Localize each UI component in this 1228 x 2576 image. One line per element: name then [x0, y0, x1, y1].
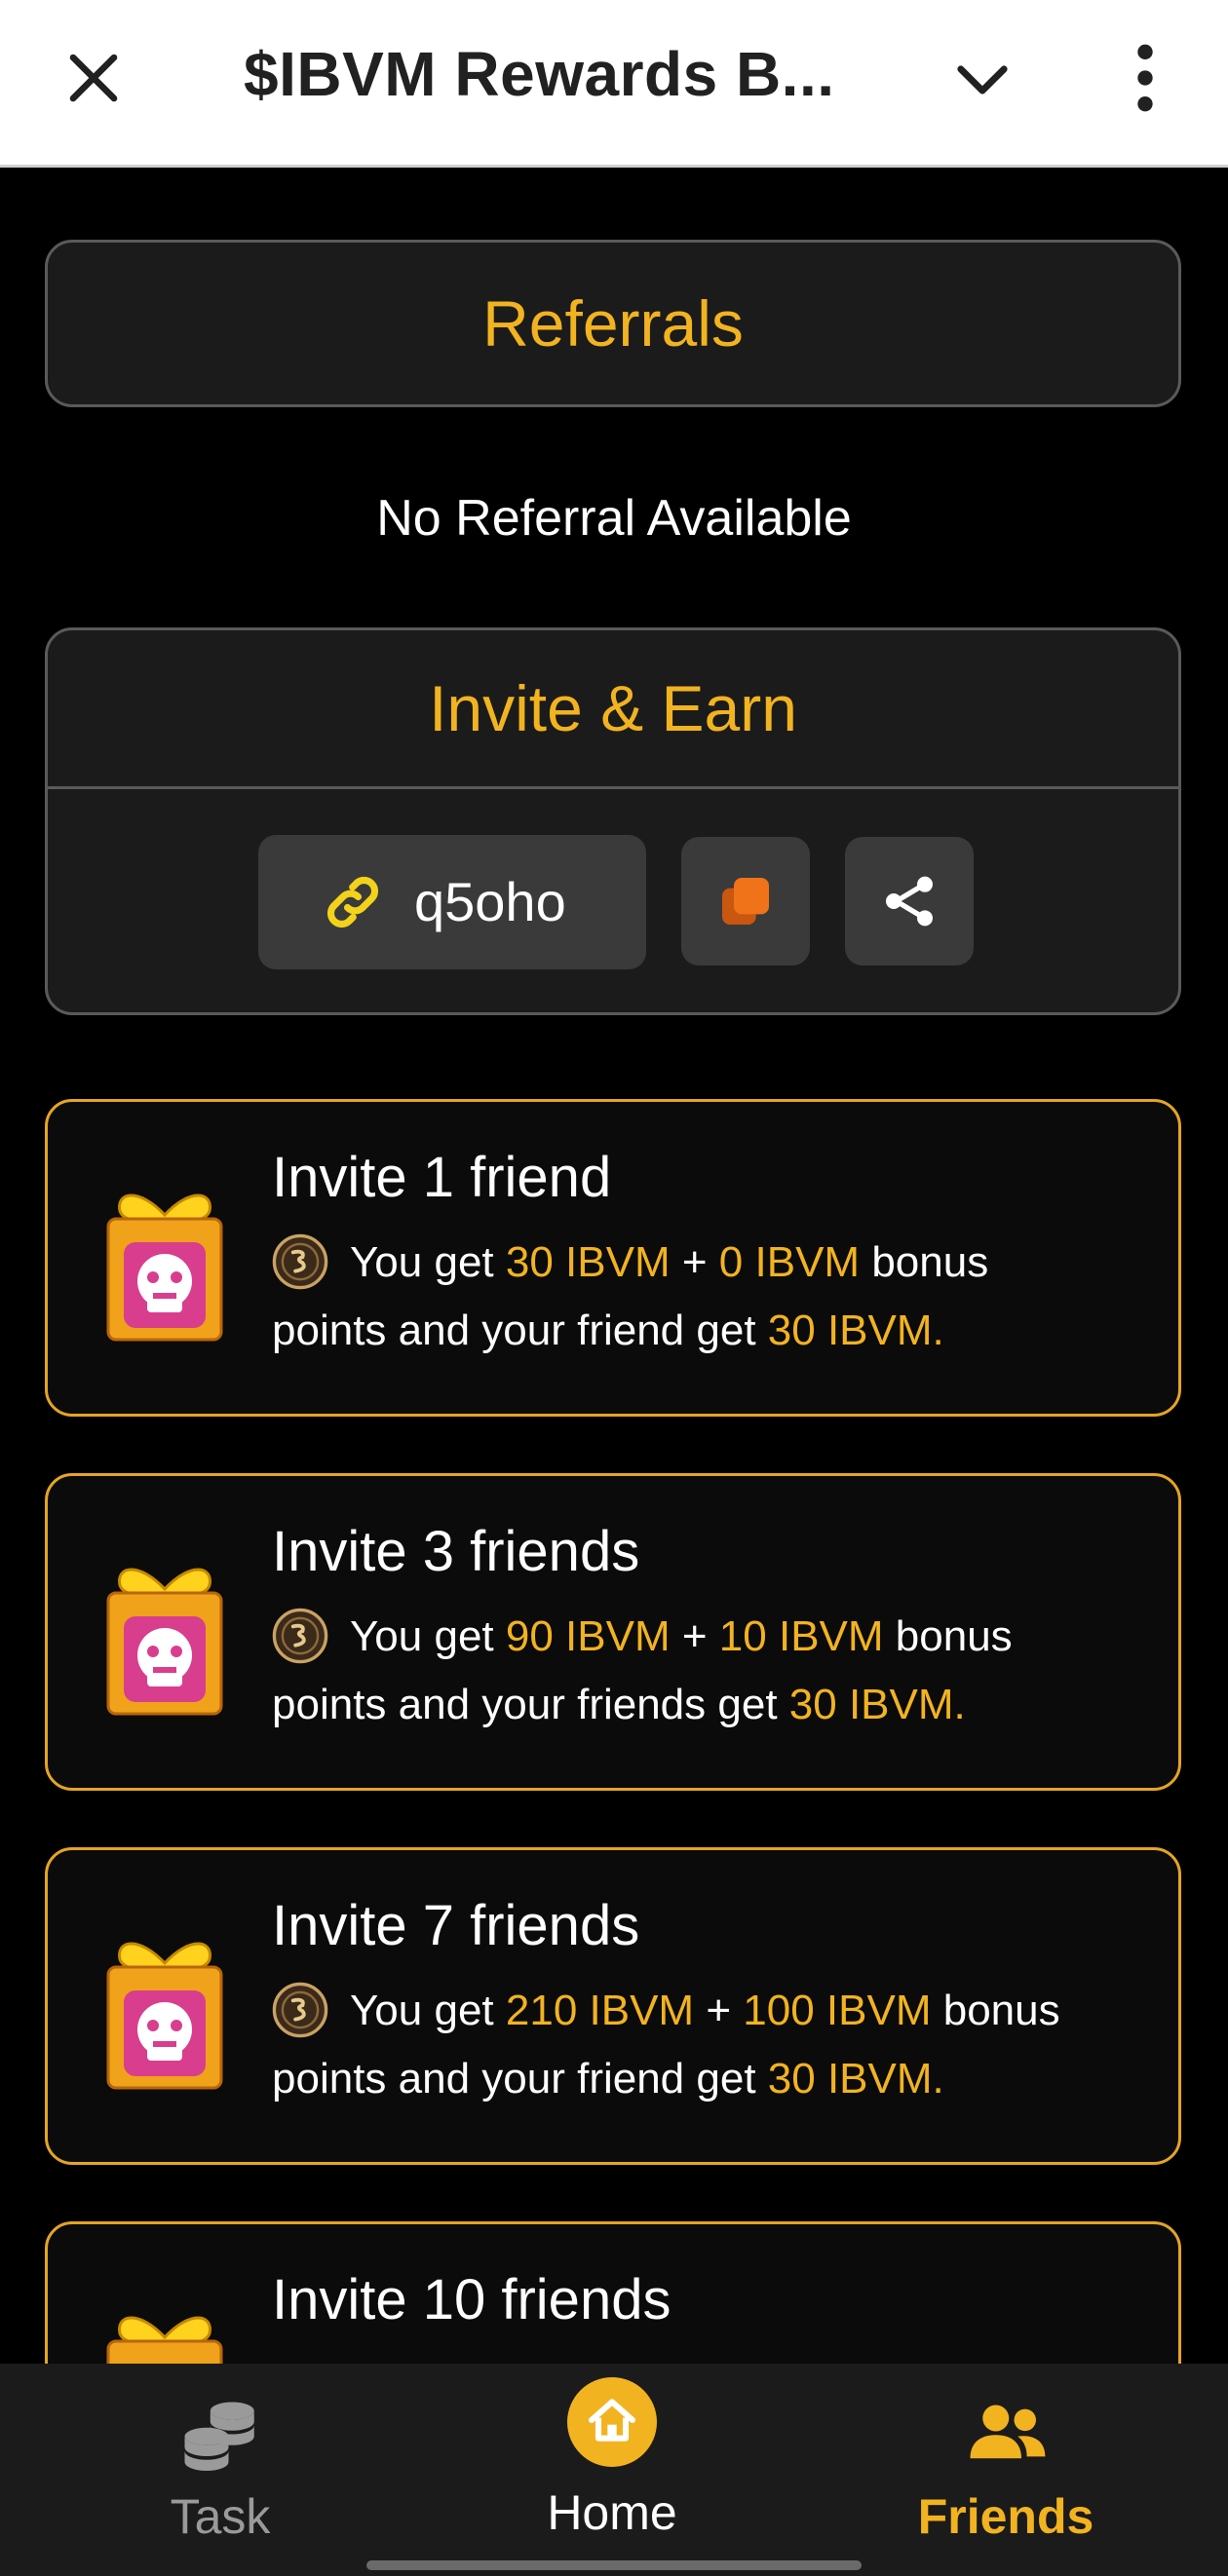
- plus-text: +: [681, 1612, 708, 1660]
- copy-icon: [722, 878, 769, 925]
- friend-text: points and your friend get: [272, 1307, 756, 1354]
- friend-amount: 30 IBVM.: [767, 1307, 944, 1354]
- nav-home-label: Home: [547, 2485, 677, 2540]
- referrals-title: Referrals: [482, 287, 744, 360]
- you-get-text: You get: [350, 1238, 494, 1286]
- friend-amount: 30 IBVM.: [788, 1681, 966, 1728]
- bonus-word: bonus: [871, 1238, 989, 1286]
- nav-friends-label: Friends: [917, 2489, 1094, 2544]
- referral-code-chip[interactable]: q5oho: [258, 835, 646, 969]
- nav-home[interactable]: Home: [466, 2364, 758, 2576]
- friends-content: Referrals No Referral Available Invite &…: [2, 168, 1226, 2364]
- card-description: You get 210 IBVM + 100 IBVM bonus points …: [272, 1977, 1149, 2113]
- ibvm-coin-icon: [272, 1233, 328, 1290]
- users-icon: [970, 2405, 1046, 2459]
- bonus-word: bonus: [895, 1612, 1013, 1660]
- gift-box-icon: [106, 1193, 223, 1342]
- friend-amount: 30 IBVM.: [767, 2055, 944, 2102]
- gift-box-icon: [106, 1942, 223, 2090]
- card-title: Invite 1 friend: [272, 1146, 612, 1209]
- no-referral-text: No Referral Available: [376, 490, 852, 547]
- reward-card-3[interactable]: Invite 3 friends You get 90 IBVM + 10 IB…: [45, 1473, 1181, 1791]
- app-header: $IBVM Rewards B...: [0, 0, 1228, 168]
- reward-card-7[interactable]: Invite 7 friends You get 210 IBVM + 100 …: [45, 1847, 1181, 2165]
- ibvm-coin-icon: [272, 1608, 328, 1664]
- nav-task[interactable]: Task: [74, 2364, 366, 2576]
- bonus-word: bonus: [942, 1987, 1060, 2034]
- friend-text: points and your friends get: [272, 1681, 778, 1728]
- reward-amount: 210 IBVM: [505, 1987, 695, 2034]
- bottom-navigation: Task Home Friends: [0, 2364, 1228, 2576]
- bonus-amount: 100 IBVM: [743, 1987, 932, 2034]
- card-title: Invite 10 friends: [272, 2268, 672, 2331]
- page-title: $IBVM Rewards B...: [244, 39, 835, 109]
- you-get-text: You get: [350, 1612, 494, 1660]
- gesture-bar: [366, 2560, 862, 2570]
- plus-text: +: [681, 1238, 708, 1286]
- reward-card-10[interactable]: Invite 10 friends: [45, 2221, 1181, 2364]
- plus-text: +: [706, 1987, 732, 2034]
- ibvm-coin-icon: [272, 1982, 328, 2038]
- card-title: Invite 7 friends: [272, 1894, 640, 1957]
- link-icon: [326, 876, 379, 928]
- invite-earn-title: Invite & Earn: [48, 630, 1178, 789]
- copy-button[interactable]: [681, 837, 810, 966]
- card-title: Invite 3 friends: [272, 1520, 640, 1583]
- share-icon: [886, 876, 933, 927]
- nav-friends[interactable]: Friends: [860, 2364, 1152, 2576]
- gift-box-icon: [106, 2316, 223, 2364]
- share-button[interactable]: [845, 837, 974, 966]
- friend-text: points and your friend get: [272, 2055, 756, 2102]
- card-description: You get 30 IBVM + 0 IBVM bonus points and…: [272, 1229, 1149, 1365]
- nav-task-label: Task: [170, 2489, 271, 2544]
- coins-stack-icon: [184, 2402, 254, 2471]
- home-icon: [567, 2377, 657, 2467]
- bonus-amount: 0 IBVM: [718, 1238, 861, 1286]
- gift-box-icon: [106, 1568, 223, 1716]
- referral-code: q5oho: [414, 871, 566, 932]
- invite-earn-panel: Invite & Earn q5oho: [45, 627, 1181, 1015]
- chevron-down-icon[interactable]: [945, 43, 1019, 117]
- reward-amount: 30 IBVM: [505, 1238, 671, 1286]
- card-description: You get 90 IBVM + 10 IBVM bonus points an…: [272, 1603, 1149, 1739]
- close-icon[interactable]: [58, 43, 129, 113]
- referrals-panel: Referrals: [45, 240, 1181, 407]
- you-get-text: You get: [350, 1987, 494, 2034]
- bonus-amount: 10 IBVM: [718, 1612, 884, 1660]
- more-vertical-icon[interactable]: [1121, 39, 1170, 117]
- reward-amount: 90 IBVM: [505, 1612, 671, 1660]
- reward-card-1[interactable]: Invite 1 friend You get 30 IBVM + 0 IBVM…: [45, 1099, 1181, 1417]
